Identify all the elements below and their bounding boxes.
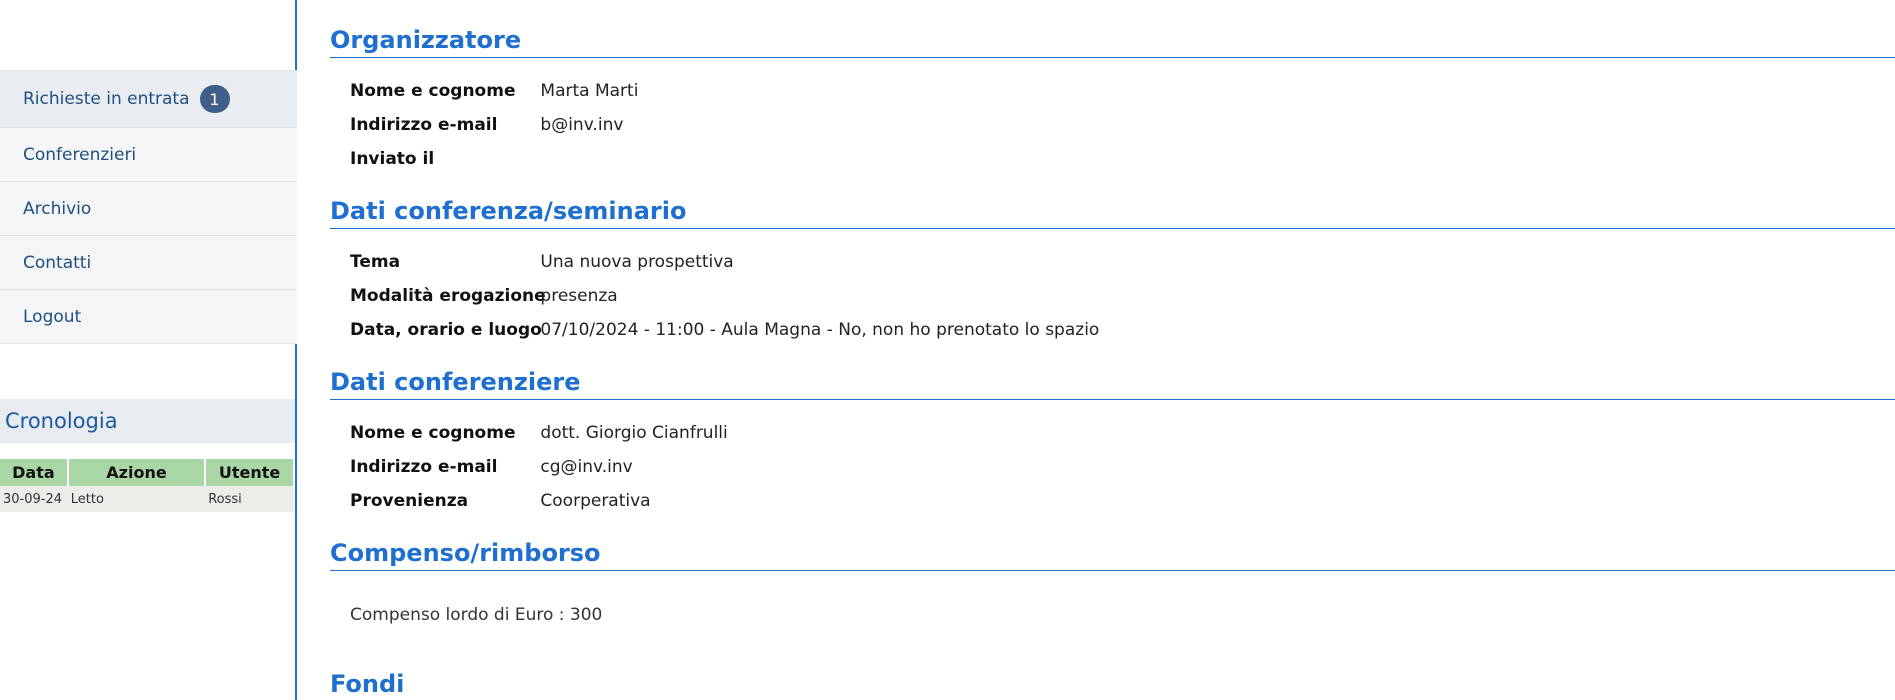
field-value: 07/10/2024 - 11:00 - Aula Magna - No, no… <box>540 320 1100 340</box>
app-window: Richieste in entrata 1 Conferenzieri Arc… <box>0 0 1895 700</box>
field-label: Modalità erogazione <box>350 286 546 306</box>
table-cell-utente: Rossi <box>205 486 294 512</box>
field-value: presenza <box>540 286 618 306</box>
table-cell-azione: Letto <box>67 486 206 512</box>
field-label: Nome e cognome <box>350 423 516 443</box>
field-value: Una nuova prospettiva <box>540 252 734 272</box>
main-content: Organizzatore Nome e cognome Marta Marti… <box>330 0 1895 700</box>
field-label: Tema <box>350 252 401 272</box>
compenso-text: Compenso lordo di Euro : 300 <box>350 605 603 625</box>
sidebar-item-label: Logout <box>23 306 82 327</box>
field-row: Tema Una nuova prospettiva <box>350 251 734 273</box>
sidebar-item-archivio[interactable]: Archivio <box>0 182 297 236</box>
field-value: cg@inv.inv <box>540 457 633 477</box>
section-title-conferenziere: Dati conferenziere <box>330 367 1895 400</box>
field-row: Indirizzo e-mail b@inv.inv <box>350 114 623 136</box>
sidebar-item-label: Richieste in entrata <box>23 89 190 109</box>
cronologia-title: Cronologia <box>0 399 295 443</box>
field-value: Coorperativa <box>540 491 651 511</box>
table-cell-data: 30-09-24 <box>0 486 68 512</box>
sidebar-item-label: Contatti <box>23 252 92 273</box>
field-label: Data, orario e luogo <box>350 320 542 340</box>
field-value: Marta Marti <box>540 81 639 101</box>
sidebar-item-label: Archivio <box>23 198 92 219</box>
column-header-utente: Utente <box>205 459 295 486</box>
field-row: Provenienza Coorperativa <box>350 490 651 512</box>
field-row: Data, orario e luogo 07/10/2024 - 11:00 … <box>350 319 1099 341</box>
sidebar: Richieste in entrata 1 Conferenzieri Arc… <box>0 0 297 700</box>
field-label: Inviato il <box>350 149 435 169</box>
field-row: Modalità erogazione presenza <box>350 285 618 307</box>
field-row: Nome e cognome Marta Marti <box>350 80 638 102</box>
sidebar-item-contatti[interactable]: Contatti <box>0 236 297 290</box>
field-row: Nome e cognome dott. Giorgio Cianfrulli <box>350 422 728 444</box>
field-value: dott. Giorgio Cianfrulli <box>540 423 728 443</box>
cronologia-table: Data Azione Utente 30-09-24 Letto Rossi <box>0 459 295 512</box>
field-label: Indirizzo e-mail <box>350 457 498 477</box>
field-row: Inviato il <box>350 148 540 170</box>
field-row: Indirizzo e-mail cg@inv.inv <box>350 456 633 478</box>
column-header-azione: Azione <box>67 459 207 486</box>
sidebar-item-conferenzieri[interactable]: Conferenzieri <box>0 128 297 182</box>
section-title-conferenza: Dati conferenza/seminario <box>330 196 1895 229</box>
sidebar-item-logout[interactable]: Logout <box>0 290 297 344</box>
table-header-row: Data Azione Utente <box>0 459 295 486</box>
sidebar-item-richieste[interactable]: Richieste in entrata 1 <box>0 71 297 128</box>
section-title-compenso: Compenso/rimborso <box>330 538 1895 571</box>
section-title-fondi: Fondi <box>330 670 405 698</box>
field-label: Provenienza <box>350 491 469 511</box>
sidebar-item-label: Conferenzieri <box>23 144 137 165</box>
field-label: Nome e cognome <box>350 81 516 101</box>
sidebar-nav: Richieste in entrata 1 Conferenzieri Arc… <box>0 70 297 344</box>
count-badge: 1 <box>199 85 230 113</box>
field-value: b@inv.inv <box>540 115 624 135</box>
column-header-data: Data <box>0 459 69 486</box>
section-title-organizzatore: Organizzatore <box>330 25 1895 58</box>
field-label: Indirizzo e-mail <box>350 115 498 135</box>
table-row: 30-09-24 Letto Rossi <box>0 486 294 512</box>
